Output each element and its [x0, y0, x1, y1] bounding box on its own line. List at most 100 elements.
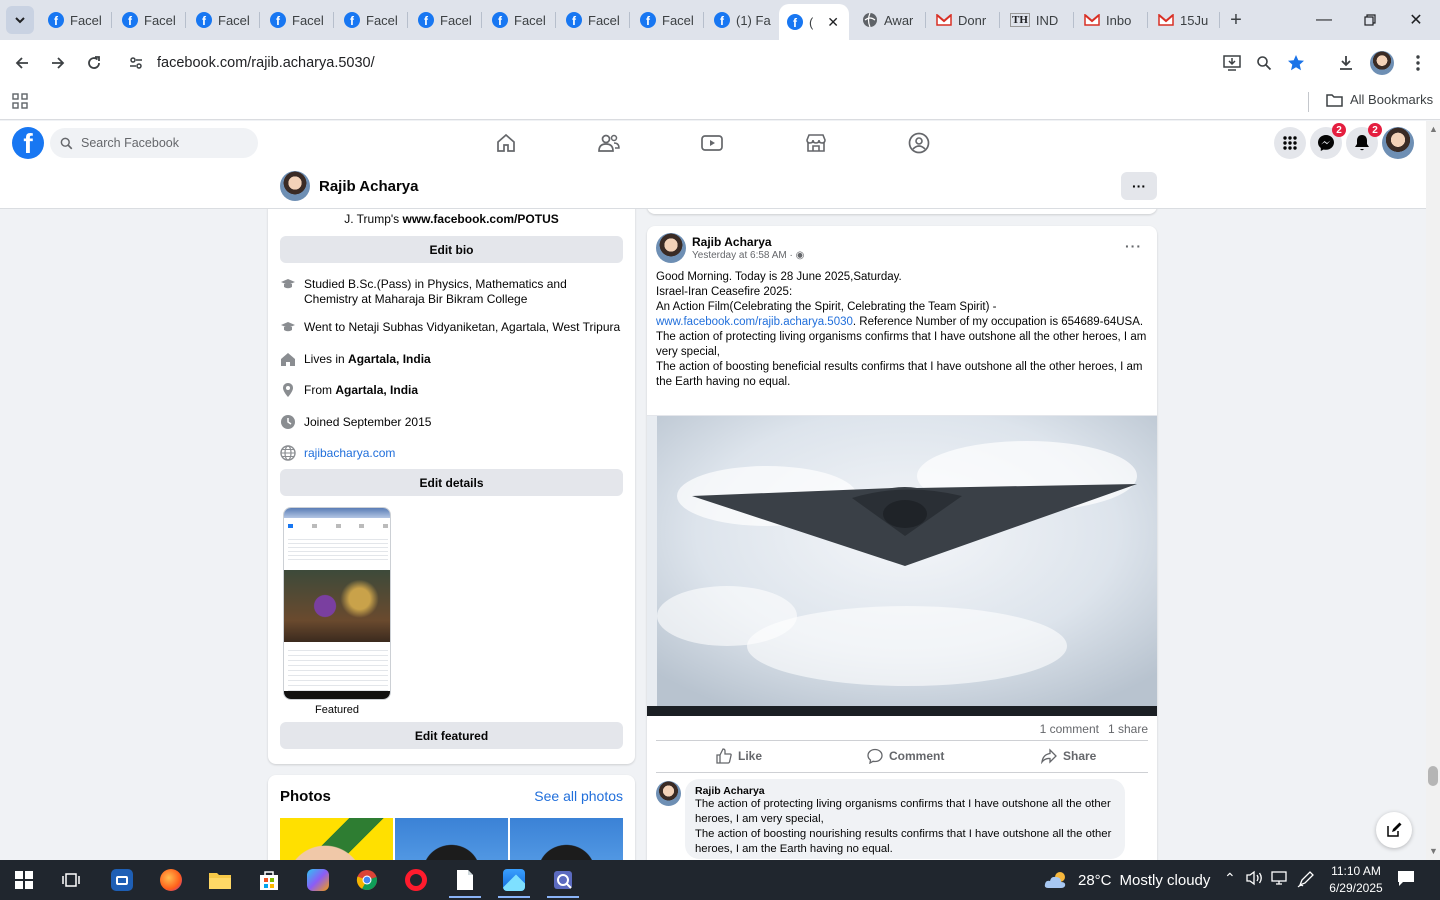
downloads-button[interactable]: [1333, 50, 1359, 76]
comments-count[interactable]: 1 comment: [1040, 722, 1099, 736]
shares-count[interactable]: 1 share: [1108, 722, 1148, 736]
taskbar-chrome[interactable]: [347, 864, 387, 896]
bio-link[interactable]: www.facebook.com/POTUS: [403, 212, 559, 226]
notifications-button[interactable]: 2: [1346, 123, 1382, 159]
close-tab-icon[interactable]: ✕: [827, 14, 839, 31]
messenger-button[interactable]: 2: [1310, 123, 1346, 159]
comment-button[interactable]: Comment: [867, 748, 944, 764]
browser-tab[interactable]: TH IND: [1002, 6, 1068, 34]
edit-bio-button[interactable]: Edit bio: [280, 236, 623, 263]
profile-avatar[interactable]: [280, 171, 310, 201]
browser-tab[interactable]: Donr: [928, 6, 994, 34]
edit-featured-button[interactable]: Edit featured: [280, 722, 623, 749]
comment-line: The action of boosting nourishing result…: [695, 828, 1112, 855]
browser-tab[interactable]: Awar: [854, 6, 920, 34]
search-input[interactable]: [81, 136, 251, 150]
facebook-search[interactable]: [50, 128, 258, 158]
start-button[interactable]: [4, 864, 44, 896]
facebook-logo[interactable]: f: [12, 127, 44, 159]
new-message-button[interactable]: [1376, 812, 1412, 848]
page-scrollbar[interactable]: ▲ ▼: [1426, 121, 1440, 860]
nav-home[interactable]: [493, 130, 519, 156]
scrollbar-thumb[interactable]: [1428, 766, 1438, 786]
nav-video[interactable]: [699, 130, 725, 156]
browser-tab[interactable]: 15Ju: [1150, 6, 1216, 34]
post-options-button[interactable]: ···: [1125, 238, 1142, 254]
volume-button[interactable]: [1246, 870, 1264, 889]
reload-button[interactable]: [79, 48, 109, 78]
browser-tab[interactable]: f Facel: [558, 6, 624, 34]
profile-more-button[interactable]: ···: [1121, 172, 1157, 200]
taskbar-opera[interactable]: [396, 864, 436, 896]
weather-widget[interactable]: 28°C Mostly cloudy: [1044, 870, 1210, 890]
commenter-avatar[interactable]: [656, 781, 681, 806]
address-bar[interactable]: facebook.com/rajib.acharya.5030/: [120, 46, 1320, 80]
apps-grid-icon[interactable]: [12, 93, 28, 109]
browser-tab[interactable]: Inbo: [1076, 6, 1142, 34]
show-hidden-icons[interactable]: ⌃: [1224, 870, 1236, 887]
nav-groups[interactable]: [906, 130, 932, 156]
chrome-menu-button[interactable]: [1405, 50, 1431, 76]
scroll-up-icon[interactable]: ▲: [1429, 125, 1438, 134]
browser-tab-active[interactable]: f ( ✕: [779, 4, 849, 40]
notification-center-button[interactable]: [1397, 870, 1415, 890]
taskbar-photos[interactable]: [494, 864, 534, 898]
post-link[interactable]: www.facebook.com/rajib.acharya.5030: [656, 316, 853, 328]
forward-button[interactable]: [43, 48, 73, 78]
task-view-button[interactable]: [51, 864, 91, 896]
close-window-button[interactable]: ✕: [1402, 6, 1430, 34]
nav-friends[interactable]: [596, 130, 622, 156]
detail-bold[interactable]: Agartala, India: [348, 352, 431, 366]
comment-author[interactable]: Rajib Acharya: [695, 785, 1115, 797]
new-tab-button[interactable]: +: [1224, 8, 1248, 32]
taskbar-firefox[interactable]: [151, 864, 191, 896]
scroll-down-icon[interactable]: ▼: [1429, 847, 1438, 856]
all-bookmarks-button[interactable]: All Bookmarks: [1326, 92, 1433, 107]
taskbar-file-explorer[interactable]: [200, 864, 240, 896]
browser-tab[interactable]: f Facel: [262, 6, 328, 34]
bookmark-star-button[interactable]: [1283, 50, 1309, 76]
post-image[interactable]: [647, 398, 1157, 716]
chrome-profile-avatar[interactable]: [1370, 51, 1394, 75]
post-timestamp[interactable]: Yesterday at 6:58 AM · ◉: [692, 250, 804, 261]
taskbar-snipping[interactable]: [543, 864, 583, 898]
browser-tab[interactable]: f Facel: [632, 6, 698, 34]
site-settings-icon[interactable]: [128, 55, 144, 71]
share-button[interactable]: Share: [1041, 748, 1096, 764]
menu-button[interactable]: [1274, 127, 1306, 159]
install-app-button[interactable]: [1219, 50, 1245, 76]
detail-bold[interactable]: Agartala, India: [335, 383, 418, 397]
comment-line: The action of protecting living organism…: [695, 798, 1111, 825]
browser-tab[interactable]: f Facel: [40, 6, 106, 34]
taskbar-copilot[interactable]: [298, 864, 338, 896]
network-button[interactable]: [1271, 870, 1287, 889]
browser-tab[interactable]: f Facel: [114, 6, 180, 34]
system-clock[interactable]: 11:10 AM 6/29/2025: [1318, 863, 1394, 897]
taskbar-app-1[interactable]: [102, 864, 142, 896]
account-avatar[interactable]: [1382, 127, 1414, 159]
restore-button[interactable]: [1356, 6, 1384, 34]
taskbar-store[interactable]: [249, 864, 289, 896]
featured-story[interactable]: [283, 507, 391, 700]
post-time-text: Yesterday at 6:58 AM: [692, 250, 787, 261]
browser-tab[interactable]: f Facel: [336, 6, 402, 34]
website-link[interactable]: rajibacharya.com: [304, 446, 395, 461]
nav-marketplace[interactable]: [803, 130, 829, 156]
facebook-icon: f: [418, 12, 434, 28]
post-author-name[interactable]: Rajib Acharya: [692, 235, 772, 249]
pen-menu-button[interactable]: [1297, 870, 1315, 891]
browser-tab[interactable]: f Facel: [484, 6, 550, 34]
back-button[interactable]: [7, 48, 37, 78]
like-button[interactable]: Like: [716, 748, 762, 764]
taskbar-notepad[interactable]: [445, 864, 485, 898]
edit-details-button[interactable]: Edit details: [280, 469, 623, 496]
tab-search-button[interactable]: [6, 6, 34, 34]
minimize-button[interactable]: —: [1310, 6, 1338, 34]
zoom-button[interactable]: [1251, 50, 1277, 76]
browser-tab[interactable]: f (1) Fa: [706, 6, 774, 34]
profile-name[interactable]: Rajib Acharya: [319, 178, 419, 195]
browser-tab[interactable]: f Facel: [410, 6, 476, 34]
browser-tab[interactable]: f Facel: [188, 6, 254, 34]
post-author-avatar[interactable]: [656, 233, 686, 263]
see-all-photos-link[interactable]: See all photos: [534, 788, 623, 804]
